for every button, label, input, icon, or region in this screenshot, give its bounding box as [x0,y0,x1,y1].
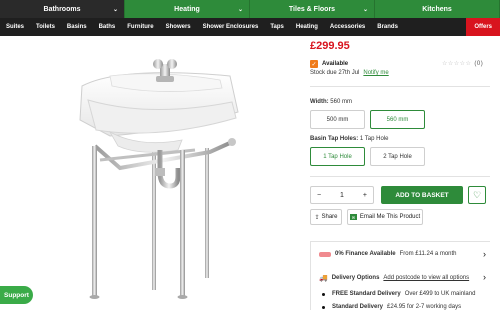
tap-option-2-hole[interactable]: 2 Tap Hole [370,147,425,166]
width-label: Width: [310,99,329,105]
tab-heating[interactable]: Heating ⌄ [125,0,250,18]
free-delivery-text: Over £499 to UK mainland [404,291,476,297]
stock-info: Stock due 27th Jul Notify me [310,70,389,76]
quantity-stepper: − 1 + [310,186,374,204]
check-icon: ✓ [310,60,318,68]
width-option-560[interactable]: 560 mm [370,110,425,129]
nav-item-showers[interactable]: Showers [160,18,197,36]
finance-row[interactable]: 0% Finance Available From £11.24 a month [319,251,457,257]
notify-me-link[interactable]: Notify me [363,70,388,76]
chevron-down-icon: ⌄ [362,6,368,13]
nav-item-brands[interactable]: Brands [371,18,404,36]
tap-option-1-hole[interactable]: 1 Tap Hole [310,147,365,166]
nav-item-basins[interactable]: Basins [61,18,93,36]
decrease-quantity-button[interactable]: − [317,192,321,199]
finance-title: 0% Finance Available [335,251,396,257]
tap-holes-option-label: Basin Tap Holes: 1 Tap Hole [310,136,388,142]
finance-text: From £11.24 a month [399,251,457,257]
nav-item-shower-enclosures[interactable]: Shower Enclosures [197,18,265,36]
width-selected-value: 560 mm [330,99,352,105]
share-label: Share [321,214,338,220]
tap-holes-label: Basin Tap Holes: [310,136,359,142]
tab-label: Bathrooms [43,5,81,13]
nav-item-furniture[interactable]: Furniture [121,18,159,36]
top-nav: Bathrooms ⌄ Heating ⌄ Tiles & Floors ⌄ K… [0,0,500,18]
standard-delivery-text: £24.95 for 2-7 working days [387,304,462,310]
add-postcode-link[interactable]: Add postcode to view all options [383,275,469,281]
share-icon: ⇪ [314,214,320,221]
category-nav: Suites Toilets Basins Baths Furniture Sh… [0,18,500,36]
free-delivery-row: FREE Standard Delivery Over £499 to UK m… [319,291,475,297]
tab-tiles-floors[interactable]: Tiles & Floors ⌄ [250,0,375,18]
width-option-label: Width: 560 mm [310,99,352,105]
add-to-basket-button[interactable]: ADD TO BASKET [381,186,463,204]
tab-label: Kitchens [422,5,452,13]
basin-stand-illustration [79,59,239,299]
chevron-right-icon[interactable]: › [483,249,486,259]
nav-item-offers[interactable]: Offers [466,18,500,36]
delivery-options-row[interactable]: 🚚 Delivery Options Add postcode to view … [319,274,469,282]
info-panel: 0% Finance Available From £11.24 a month… [310,241,490,310]
tab-label: Heating [174,5,200,13]
tab-label: Tiles & Floors [288,5,336,13]
free-delivery-title: FREE Standard Delivery [332,291,401,297]
rating-stars[interactable]: ☆☆☆☆☆ (0) [442,60,483,67]
email-product-button[interactable]: ✉ Email Me This Product [347,209,423,225]
stock-text: Stock due 27th Jul [310,70,360,76]
availability-status: ✓ Available [310,60,348,68]
availability-label: Available [322,61,349,67]
nav-item-baths[interactable]: Baths [93,18,122,36]
klarna-logo-icon [319,251,331,257]
email-label: Email Me This Product [359,214,421,220]
standard-delivery-row: Standard Delivery £24.95 for 2-7 working… [319,304,461,310]
divider [310,176,490,177]
chevron-right-icon[interactable]: › [483,272,486,282]
tab-bathrooms[interactable]: Bathrooms ⌄ [0,0,125,18]
nav-item-taps[interactable]: Taps [264,18,290,36]
nav-item-accessories[interactable]: Accessories [324,18,371,36]
standard-delivery-title: Standard Delivery [332,304,384,310]
chevron-down-icon: ⌄ [112,6,118,13]
email-icon: ✉ [349,214,357,220]
rating-count: (0) [474,61,484,67]
delivery-title: Delivery Options [331,275,380,281]
chevron-down-icon: ⌄ [237,6,243,13]
increase-quantity-button[interactable]: + [363,192,367,199]
support-button[interactable]: Support [0,286,33,304]
nav-item-heating[interactable]: Heating [290,18,324,36]
wishlist-heart-icon[interactable]: ♡ [468,186,486,204]
bullet-icon [322,292,325,296]
product-price: £299.95 [310,40,350,52]
truck-icon: 🚚 [319,275,328,282]
divider [310,86,490,87]
tab-kitchens[interactable]: Kitchens [375,0,500,18]
quantity-value[interactable]: 1 [340,192,344,199]
nav-item-toilets[interactable]: Toilets [30,18,61,36]
width-option-500[interactable]: 500 mm [310,110,365,129]
product-image[interactable] [0,36,305,310]
bullet-icon [322,305,325,309]
share-button[interactable]: ⇪ Share [310,209,342,225]
nav-item-suites[interactable]: Suites [0,18,30,36]
tap-holes-selected-value: 1 Tap Hole [359,136,389,142]
star-icons: ☆☆☆☆☆ [442,61,472,67]
